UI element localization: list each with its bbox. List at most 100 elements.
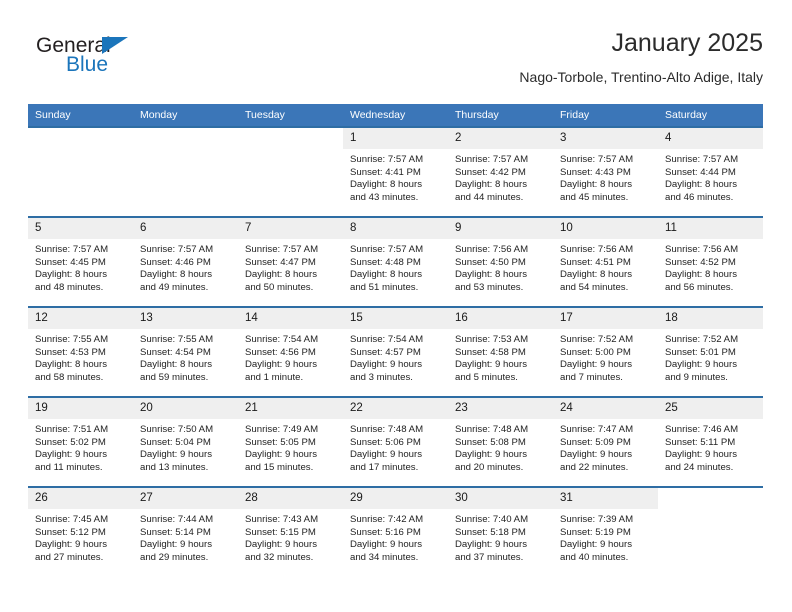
- sunrise-time: Sunrise: 7:57 AM: [35, 244, 109, 255]
- calendar-day-cell[interactable]: 29 Sunrise: 7:42 AM Sunset: 5:16 PM Dayligh…: [343, 486, 448, 576]
- daylight-duration-line1: Daylight: 8 hours: [665, 179, 737, 191]
- day-number: 9: [448, 218, 553, 239]
- page-header: General Blue January 2025 Nago-Torbole, …: [28, 28, 763, 96]
- sunset-time: Sunset: 5:06 PM: [350, 436, 421, 448]
- calendar-day-cell[interactable]: 15 Sunrise: 7:54 AM Sunset: 4:57 PM Dayligh…: [343, 306, 448, 397]
- day-number: 27: [133, 488, 238, 509]
- day-details: Sunrise: 7:49 AM Sunset: 5:05 PM Daylight:…: [238, 419, 343, 475]
- day-details: Sunrise: 7:54 AM Sunset: 4:57 PM Daylight:…: [343, 329, 448, 385]
- daylight-duration-line1: Daylight: 8 hours: [455, 179, 527, 191]
- weekday-header-monday: Monday: [133, 104, 238, 127]
- daylight-duration-line2: and 53 minutes.: [455, 282, 524, 294]
- weekday-header-sunday: Sunday: [28, 104, 133, 127]
- daylight-duration-line1: Daylight: 9 hours: [350, 359, 422, 371]
- calendar-day-cell[interactable]: 28 Sunrise: 7:43 AM Sunset: 5:15 PM Dayligh…: [238, 486, 343, 576]
- day-details: Sunrise: 7:56 AM Sunset: 4:52 PM Daylight:…: [658, 239, 763, 295]
- calendar-day-cell[interactable]: 16 Sunrise: 7:53 AM Sunset: 4:58 PM Dayligh…: [448, 306, 553, 397]
- calendar-day-cell[interactable]: 14 Sunrise: 7:54 AM Sunset: 4:56 PM Dayligh…: [238, 306, 343, 397]
- calendar-day-cell[interactable]: 25 Sunrise: 7:46 AM Sunset: 5:11 PM Dayligh…: [658, 396, 763, 487]
- calendar-day-cell[interactable]: 9 Sunrise: 7:56 AM Sunset: 4:50 PM Daylight…: [448, 216, 553, 307]
- daylight-duration-line1: Daylight: 9 hours: [350, 449, 422, 461]
- day-details: Sunrise: 7:44 AM Sunset: 5:14 PM Daylight:…: [133, 509, 238, 565]
- calendar-day-cell[interactable]: 18 Sunrise: 7:52 AM Sunset: 5:01 PM Dayligh…: [658, 306, 763, 397]
- sunset-time: Sunset: 4:51 PM: [560, 256, 631, 268]
- sunrise-time: Sunrise: 7:40 AM: [455, 514, 529, 525]
- daylight-duration-line1: Daylight: 9 hours: [665, 359, 737, 371]
- calendar-day-cell[interactable]: 12 Sunrise: 7:55 AM Sunset: 4:53 PM Dayligh…: [28, 306, 133, 397]
- calendar-day-cell[interactable]: 11 Sunrise: 7:56 AM Sunset: 4:52 PM Dayligh…: [658, 216, 763, 307]
- day-number: 26: [28, 488, 133, 509]
- daylight-duration-line1: Daylight: 8 hours: [350, 179, 422, 191]
- day-number: [28, 128, 133, 149]
- calendar-day-cell[interactable]: 3 Sunrise: 7:57 AM Sunset: 4:43 PM Daylight…: [553, 126, 658, 217]
- sunrise-time: Sunrise: 7:57 AM: [140, 244, 214, 255]
- day-details: Sunrise: 7:40 AM Sunset: 5:18 PM Daylight:…: [448, 509, 553, 565]
- daylight-duration-line1: Daylight: 8 hours: [35, 359, 107, 371]
- daylight-duration-line2: and 49 minutes.: [140, 282, 209, 294]
- weekday-header-tuesday: Tuesday: [238, 104, 343, 127]
- day-number: 4: [658, 128, 763, 149]
- calendar-page: General Blue January 2025 Nago-Torbole, …: [0, 0, 792, 612]
- daylight-duration-line1: Daylight: 9 hours: [245, 449, 317, 461]
- calendar-day-cell[interactable]: 10 Sunrise: 7:56 AM Sunset: 4:51 PM Dayligh…: [553, 216, 658, 307]
- calendar-day-cell[interactable]: 1 Sunrise: 7:57 AM Sunset: 4:41 PM Daylight…: [343, 126, 448, 217]
- daylight-duration-line2: and 1 minute.: [245, 372, 304, 384]
- daylight-duration-line2: and 34 minutes.: [350, 552, 419, 564]
- sunrise-time: Sunrise: 7:56 AM: [560, 244, 634, 255]
- calendar-day-cell[interactable]: 6 Sunrise: 7:57 AM Sunset: 4:46 PM Daylight…: [133, 216, 238, 307]
- day-number: 22: [343, 398, 448, 419]
- sunset-time: Sunset: 5:02 PM: [35, 436, 106, 448]
- day-number: 29: [343, 488, 448, 509]
- day-details: Sunrise: 7:55 AM Sunset: 4:53 PM Daylight:…: [28, 329, 133, 385]
- calendar-day-cell[interactable]: 8 Sunrise: 7:57 AM Sunset: 4:48 PM Daylight…: [343, 216, 448, 307]
- calendar-day-cell[interactable]: 17 Sunrise: 7:52 AM Sunset: 5:00 PM Dayligh…: [553, 306, 658, 397]
- calendar-day-cell[interactable]: 26 Sunrise: 7:45 AM Sunset: 5:12 PM Dayligh…: [28, 486, 133, 576]
- sunset-time: Sunset: 4:54 PM: [140, 346, 211, 358]
- daylight-duration-line2: and 20 minutes.: [455, 462, 524, 474]
- daylight-duration-line1: Daylight: 9 hours: [35, 539, 107, 551]
- sunrise-time: Sunrise: 7:57 AM: [350, 154, 424, 165]
- calendar-day-cell[interactable]: 30 Sunrise: 7:40 AM Sunset: 5:18 PM Dayligh…: [448, 486, 553, 576]
- calendar-day-cell[interactable]: 22 Sunrise: 7:48 AM Sunset: 5:06 PM Dayligh…: [343, 396, 448, 487]
- calendar-day-cell[interactable]: 19 Sunrise: 7:51 AM Sunset: 5:02 PM Dayligh…: [28, 396, 133, 487]
- triangle-icon: [102, 37, 128, 54]
- day-details: Sunrise: 7:56 AM Sunset: 4:51 PM Daylight:…: [553, 239, 658, 295]
- day-details: Sunrise: 7:57 AM Sunset: 4:47 PM Daylight:…: [238, 239, 343, 295]
- day-number: 1: [343, 128, 448, 149]
- calendar-day-cell[interactable]: 23 Sunrise: 7:48 AM Sunset: 5:08 PM Dayligh…: [448, 396, 553, 487]
- day-number: [658, 488, 763, 509]
- calendar-day-cell[interactable]: 5 Sunrise: 7:57 AM Sunset: 4:45 PM Daylight…: [28, 216, 133, 307]
- calendar-day-cell[interactable]: 31 Sunrise: 7:39 AM Sunset: 5:19 PM Dayligh…: [553, 486, 658, 576]
- day-number: 30: [448, 488, 553, 509]
- calendar-day-cell[interactable]: 13 Sunrise: 7:55 AM Sunset: 4:54 PM Dayligh…: [133, 306, 238, 397]
- daylight-duration-line2: and 37 minutes.: [455, 552, 524, 564]
- calendar-day-cell[interactable]: 24 Sunrise: 7:47 AM Sunset: 5:09 PM Dayligh…: [553, 396, 658, 487]
- sunrise-time: Sunrise: 7:46 AM: [665, 424, 739, 435]
- sunrise-time: Sunrise: 7:44 AM: [140, 514, 214, 525]
- sunset-time: Sunset: 4:58 PM: [455, 346, 526, 358]
- sunrise-time: Sunrise: 7:57 AM: [245, 244, 319, 255]
- sunrise-time: Sunrise: 7:43 AM: [245, 514, 319, 525]
- sunrise-time: Sunrise: 7:39 AM: [560, 514, 634, 525]
- calendar-day-cell[interactable]: 7 Sunrise: 7:57 AM Sunset: 4:47 PM Daylight…: [238, 216, 343, 307]
- day-number: 25: [658, 398, 763, 419]
- day-number: 16: [448, 308, 553, 329]
- calendar-day-cell[interactable]: 2 Sunrise: 7:57 AM Sunset: 4:42 PM Daylight…: [448, 126, 553, 217]
- sunrise-time: Sunrise: 7:48 AM: [350, 424, 424, 435]
- sunset-time: Sunset: 4:47 PM: [245, 256, 316, 268]
- calendar-day-cell[interactable]: 21 Sunrise: 7:49 AM Sunset: 5:05 PM Dayligh…: [238, 396, 343, 487]
- daylight-duration-line2: and 56 minutes.: [665, 282, 734, 294]
- daylight-duration-line2: and 22 minutes.: [560, 462, 629, 474]
- sunrise-time: Sunrise: 7:56 AM: [665, 244, 739, 255]
- general-blue-logo[interactable]: General Blue: [36, 34, 216, 90]
- sunrise-time: Sunrise: 7:57 AM: [350, 244, 424, 255]
- day-number: 2: [448, 128, 553, 149]
- calendar-day-cell[interactable]: 20 Sunrise: 7:50 AM Sunset: 5:04 PM Dayligh…: [133, 396, 238, 487]
- calendar-day-cell[interactable]: 4 Sunrise: 7:57 AM Sunset: 4:44 PM Daylight…: [658, 126, 763, 217]
- sunset-time: Sunset: 4:44 PM: [665, 166, 736, 178]
- sunset-time: Sunset: 5:09 PM: [560, 436, 631, 448]
- day-number: [133, 128, 238, 149]
- day-number: 12: [28, 308, 133, 329]
- daylight-duration-line2: and 24 minutes.: [665, 462, 734, 474]
- calendar-day-cell[interactable]: 27 Sunrise: 7:44 AM Sunset: 5:14 PM Dayligh…: [133, 486, 238, 576]
